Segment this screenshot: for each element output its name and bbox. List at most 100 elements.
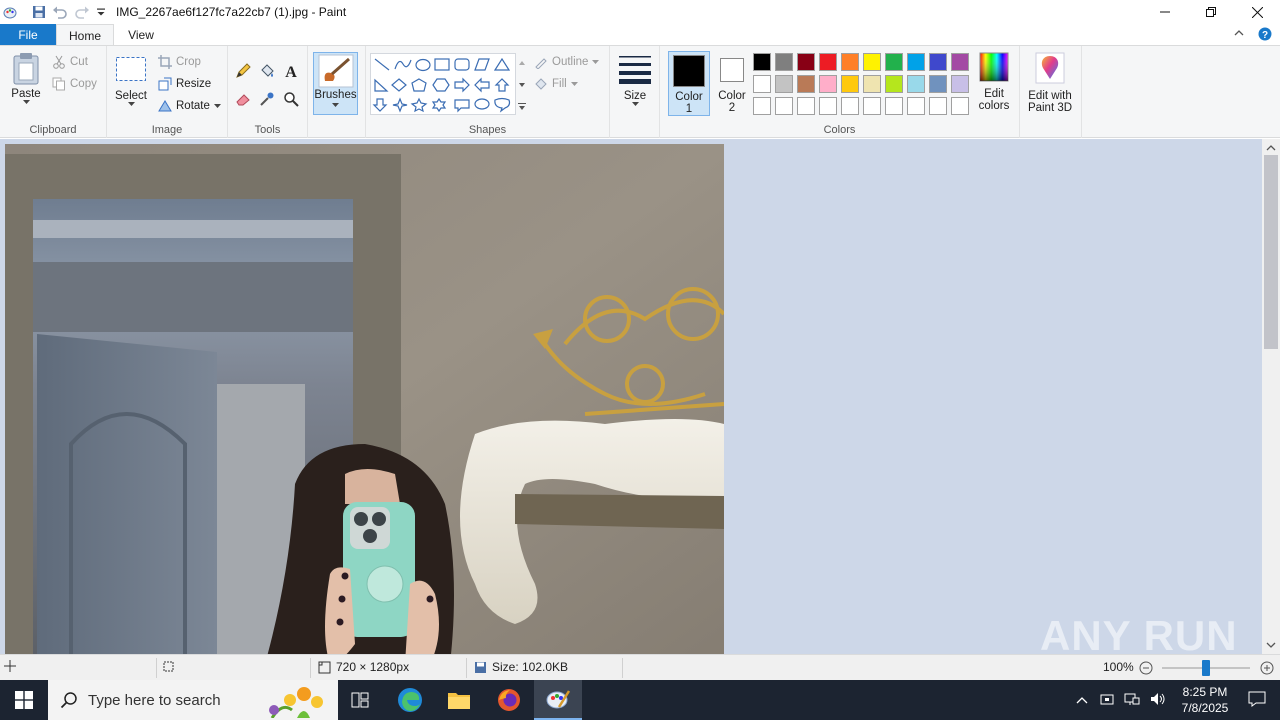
notifications-icon[interactable] [1248,691,1266,710]
palette-swatch[interactable] [797,97,815,115]
taskbar-clock[interactable]: 8:25 PM 7/8/2025 [1172,684,1238,716]
task-view-button[interactable] [336,680,384,720]
search-highlight-flowers-icon [269,687,323,718]
palette-swatch[interactable] [775,75,793,93]
palette-swatch[interactable] [863,53,881,71]
colors-group: Color 1 Color 2 Edit colors Colors [660,46,1020,138]
palette-swatch[interactable] [907,53,925,71]
palette-swatch[interactable] [951,75,969,93]
zoom-out-icon[interactable] [1139,661,1153,678]
palette-swatch[interactable] [753,75,771,93]
zoom-in-icon[interactable] [1260,661,1274,678]
pencil-icon[interactable] [233,61,253,81]
palette-swatch[interactable] [775,97,793,115]
palette-swatch[interactable] [841,97,859,115]
shapes-scroll[interactable] [516,53,528,115]
color2-button[interactable]: Color 2 [712,51,752,116]
shapes-gallery[interactable] [370,53,516,115]
palette-swatch[interactable] [841,75,859,93]
palette-swatch[interactable] [929,75,947,93]
help-icon[interactable]: ? [1258,27,1272,44]
crop-button[interactable]: Crop [158,55,201,69]
scrollbar-thumb[interactable] [1264,155,1278,349]
brushes-button[interactable]: Brushes [313,52,358,115]
show-hidden-icons-icon[interactable] [1076,693,1088,707]
palette-swatch[interactable] [951,53,969,71]
color-picker-icon[interactable] [257,89,277,109]
taskbar-file-explorer[interactable] [435,680,483,720]
tab-file[interactable]: File [0,24,56,46]
paste-label: Paste [11,88,41,100]
palette-swatch[interactable] [885,53,903,71]
palette-swatch[interactable] [885,97,903,115]
edit-colors-button[interactable]: Edit colors [974,52,1014,112]
collapse-ribbon-icon[interactable] [1234,27,1244,44]
size-button[interactable]: Size [616,54,654,107]
palette-swatch[interactable] [819,75,837,93]
network-icon[interactable] [1124,692,1140,709]
rotate-icon [158,100,172,112]
size-group: Size [610,46,660,138]
palette-swatch[interactable] [929,97,947,115]
rotate-label: Rotate [176,100,210,112]
zoom-slider[interactable] [1162,660,1250,676]
fill-button[interactable]: Fill [534,77,578,91]
palette-swatch[interactable] [951,97,969,115]
undo-icon[interactable] [52,5,68,19]
palette-swatch[interactable] [797,53,815,71]
scroll-down-icon[interactable] [1262,638,1280,652]
shapes-group-label: Shapes [468,124,507,136]
save-icon[interactable] [32,5,46,19]
paste-button[interactable]: Paste [6,52,46,105]
magnifier-icon[interactable] [281,89,301,109]
cut-button[interactable]: Cut [52,55,88,69]
tab-view[interactable]: View [116,24,166,46]
palette-swatch[interactable] [863,97,881,115]
palette-swatch[interactable] [885,75,903,93]
color1-button[interactable]: Color 1 [668,51,710,116]
start-button[interactable] [0,680,48,720]
eraser-icon[interactable] [233,89,253,109]
tab-home[interactable]: Home [56,24,114,46]
edit-with-paint3d-button[interactable]: Edit with Paint 3D [1022,52,1078,114]
zoom-slider-thumb[interactable] [1202,660,1210,676]
scroll-up-icon[interactable] [1262,141,1280,155]
vertical-scrollbar[interactable] [1262,139,1280,654]
redo-icon[interactable] [74,5,90,19]
rotate-button[interactable]: Rotate [158,99,221,113]
select-button[interactable]: Select [113,56,149,107]
palette-swatch[interactable] [841,53,859,71]
customize-qat-icon[interactable] [96,7,106,17]
palette-swatch[interactable] [863,75,881,93]
palette-swatch[interactable] [819,97,837,115]
taskbar-firefox[interactable] [485,680,533,720]
palette-swatch[interactable] [929,53,947,71]
paint-icon[interactable] [2,4,18,20]
taskbar-edge[interactable] [386,680,434,720]
palette-swatch[interactable] [775,53,793,71]
text-tool-icon[interactable]: A [281,61,301,81]
close-button[interactable] [1234,0,1280,24]
palette-swatch[interactable] [907,75,925,93]
search-icon [60,692,77,709]
minimize-button[interactable] [1142,0,1188,24]
device-icon[interactable] [1100,692,1114,709]
canvas-workspace[interactable] [0,139,1262,654]
color2-swatch [720,58,744,82]
palette-swatch[interactable] [753,53,771,71]
palette-swatch[interactable] [753,97,771,115]
volume-icon[interactable] [1150,692,1166,709]
resize-button[interactable]: Resize [158,77,211,91]
fill-bucket-icon[interactable] [257,61,277,81]
colors-group-label: Colors [823,124,856,136]
palette-swatch[interactable] [797,75,815,93]
image-canvas[interactable] [5,144,724,654]
palette-swatch[interactable] [907,97,925,115]
outline-button[interactable]: Outline [534,55,600,69]
restore-button[interactable] [1188,0,1234,24]
copy-button[interactable]: Copy [52,77,97,91]
taskbar-paint[interactable] [534,680,582,720]
task-view-icon [351,692,369,708]
taskbar-search-box[interactable]: Type here to search [48,680,338,720]
palette-swatch[interactable] [819,53,837,71]
